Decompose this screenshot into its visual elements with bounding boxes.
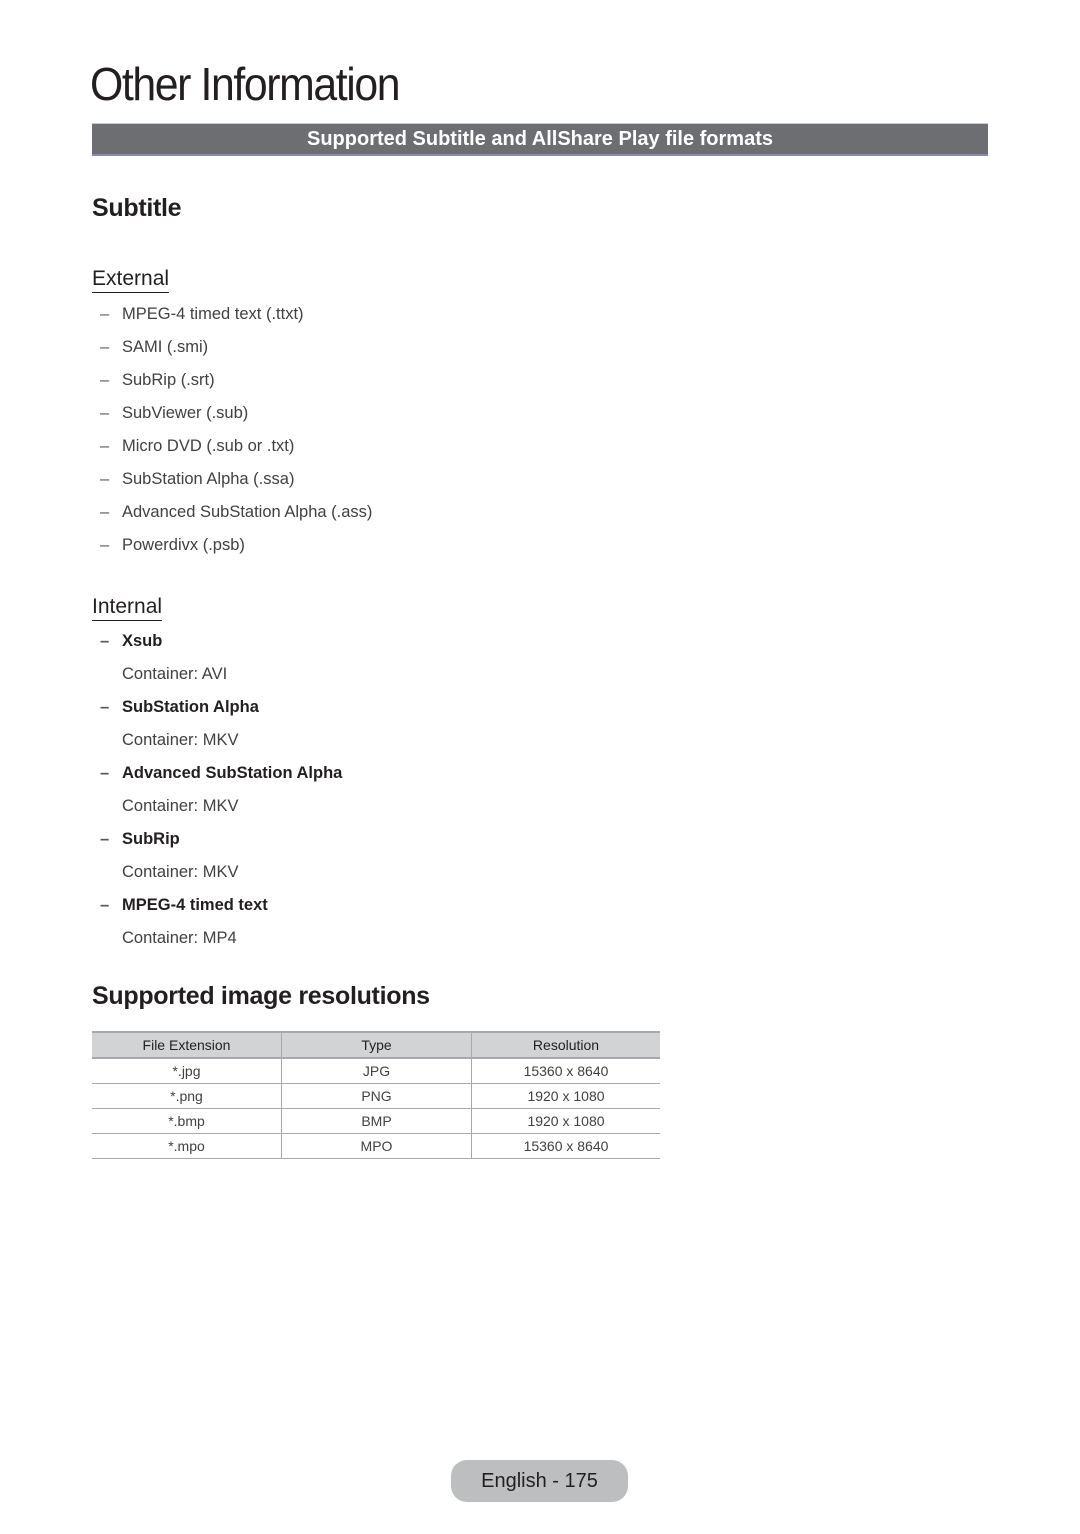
dash-bullet-icon: –: [100, 305, 110, 323]
list-item-container: Container: MKV: [122, 731, 239, 749]
list-item: – SAMI (.smi): [92, 331, 372, 364]
cell-type: BMP: [281, 1108, 472, 1134]
list-item-container: Container: MKV: [122, 797, 239, 815]
list-item-container: Container: MP4: [122, 929, 237, 947]
list-item: – SubRip (.srt): [92, 364, 372, 397]
cell-resolution: 15360 x 8640: [471, 1133, 660, 1159]
external-format-list: – MPEG-4 timed text (.ttxt) – SAMI (.smi) …: [92, 298, 372, 562]
dash-bullet-icon: –: [100, 764, 110, 782]
dash-bullet-icon: –: [100, 896, 110, 914]
list-item-name: – SubRip: [92, 823, 342, 856]
cell-resolution: 1920 x 1080: [471, 1083, 660, 1109]
page-title: Other Information: [90, 58, 401, 110]
dash-bullet-icon: –: [100, 632, 110, 650]
internal-format-list: – Xsub Container: AVI – SubStation Alpha C…: [92, 625, 342, 955]
cell-type: MPO: [281, 1133, 472, 1159]
list-item-name: – Advanced SubStation Alpha: [92, 757, 342, 790]
list-item: – Powerdivx (.psb): [92, 529, 372, 562]
section-banner: Supported Subtitle and AllShare Play fil…: [92, 123, 988, 156]
cell-type: JPG: [281, 1058, 472, 1084]
list-item: – SubStation Alpha (.ssa): [92, 463, 372, 496]
dash-bullet-icon: –: [100, 830, 110, 848]
cell-file-extension: *.bmp: [92, 1108, 282, 1134]
list-item-container: Container: MKV: [122, 863, 239, 881]
list-item-name: – Xsub: [92, 625, 342, 658]
dash-bullet-icon: –: [100, 470, 110, 488]
dash-bullet-icon: –: [100, 503, 110, 521]
subtitle-heading: Subtitle: [92, 194, 182, 222]
table-row: *.png PNG 1920 x 1080: [92, 1083, 660, 1109]
cell-resolution: 15360 x 8640: [471, 1058, 660, 1084]
dash-bullet-icon: –: [100, 404, 110, 422]
table-row: *.bmp BMP 1920 x 1080: [92, 1108, 660, 1134]
image-resolutions-table: File Extension Type Resolution *.jpg JPG…: [92, 1031, 660, 1159]
page-number-badge: English - 175: [451, 1460, 628, 1502]
dash-bullet-icon: –: [100, 338, 110, 356]
dash-bullet-icon: –: [100, 371, 110, 389]
dash-bullet-icon: –: [100, 698, 110, 716]
list-item-name: – MPEG-4 timed text: [92, 889, 342, 922]
list-item: – SubViewer (.sub): [92, 397, 372, 430]
list-item: – Advanced SubStation Alpha (.ass): [92, 496, 372, 529]
table-row: *.jpg JPG 15360 x 8640: [92, 1058, 660, 1084]
dash-bullet-icon: –: [100, 536, 110, 554]
internal-heading: Internal: [92, 595, 163, 621]
column-header-type: Type: [281, 1031, 472, 1059]
column-header-file-extension: File Extension: [92, 1031, 282, 1059]
cell-type: PNG: [281, 1083, 472, 1109]
external-heading: External: [92, 267, 170, 293]
list-item: – Micro DVD (.sub or .txt): [92, 430, 372, 463]
cell-file-extension: *.jpg: [92, 1058, 282, 1084]
dash-bullet-icon: –: [100, 437, 110, 455]
table-header-row: File Extension Type Resolution: [92, 1031, 660, 1059]
list-item: – MPEG-4 timed text (.ttxt): [92, 298, 372, 331]
list-item-name: – SubStation Alpha: [92, 691, 342, 724]
cell-file-extension: *.mpo: [92, 1133, 282, 1159]
column-header-resolution: Resolution: [471, 1031, 660, 1059]
table-row: *.mpo MPO 15360 x 8640: [92, 1133, 660, 1159]
cell-file-extension: *.png: [92, 1083, 282, 1109]
image-resolutions-heading: Supported image resolutions: [92, 982, 430, 1010]
cell-resolution: 1920 x 1080: [471, 1108, 660, 1134]
list-item-container: Container: AVI: [122, 665, 228, 683]
